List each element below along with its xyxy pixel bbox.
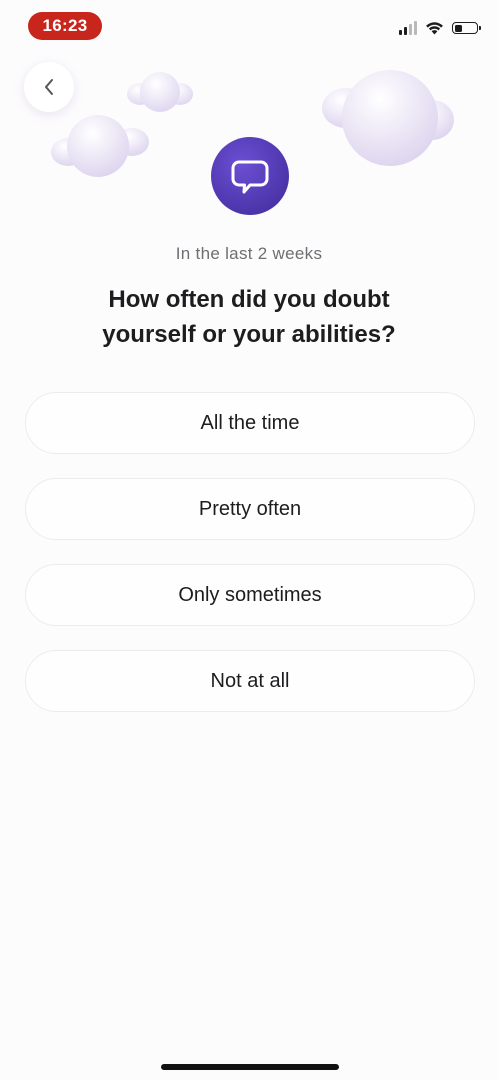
status-bar: 16:23	[0, 0, 498, 50]
answer-options: All the time Pretty often Only sometimes…	[25, 392, 475, 736]
option-not-at-all[interactable]: Not at all	[25, 650, 475, 712]
battery-fill	[454, 24, 462, 32]
signal-icon	[399, 21, 417, 35]
wifi-icon	[426, 22, 443, 35]
option-only-sometimes[interactable]: Only sometimes	[25, 564, 475, 626]
speech-bubble-icon	[231, 160, 269, 194]
question-title: How often did you doubt yourself or your…	[40, 282, 458, 352]
question-line-1: How often did you doubt	[108, 286, 390, 313]
option-pretty-often[interactable]: Pretty often	[25, 478, 475, 540]
option-all-the-time[interactable]: All the time	[25, 392, 475, 454]
cloud-icon	[322, 70, 454, 166]
question-line-2: yourself or your abilities?	[102, 321, 396, 348]
question-subtitle: In the last 2 weeks	[175, 244, 323, 263]
battery-icon	[452, 22, 481, 34]
back-button[interactable]	[24, 62, 74, 112]
status-time: 16:23	[28, 12, 102, 40]
status-icons	[399, 18, 481, 38]
app-logo	[211, 137, 289, 215]
chevron-left-icon	[45, 79, 53, 95]
home-indicator[interactable]	[161, 1064, 339, 1070]
cloud-icon	[127, 72, 193, 112]
cloud-icon	[51, 115, 149, 177]
